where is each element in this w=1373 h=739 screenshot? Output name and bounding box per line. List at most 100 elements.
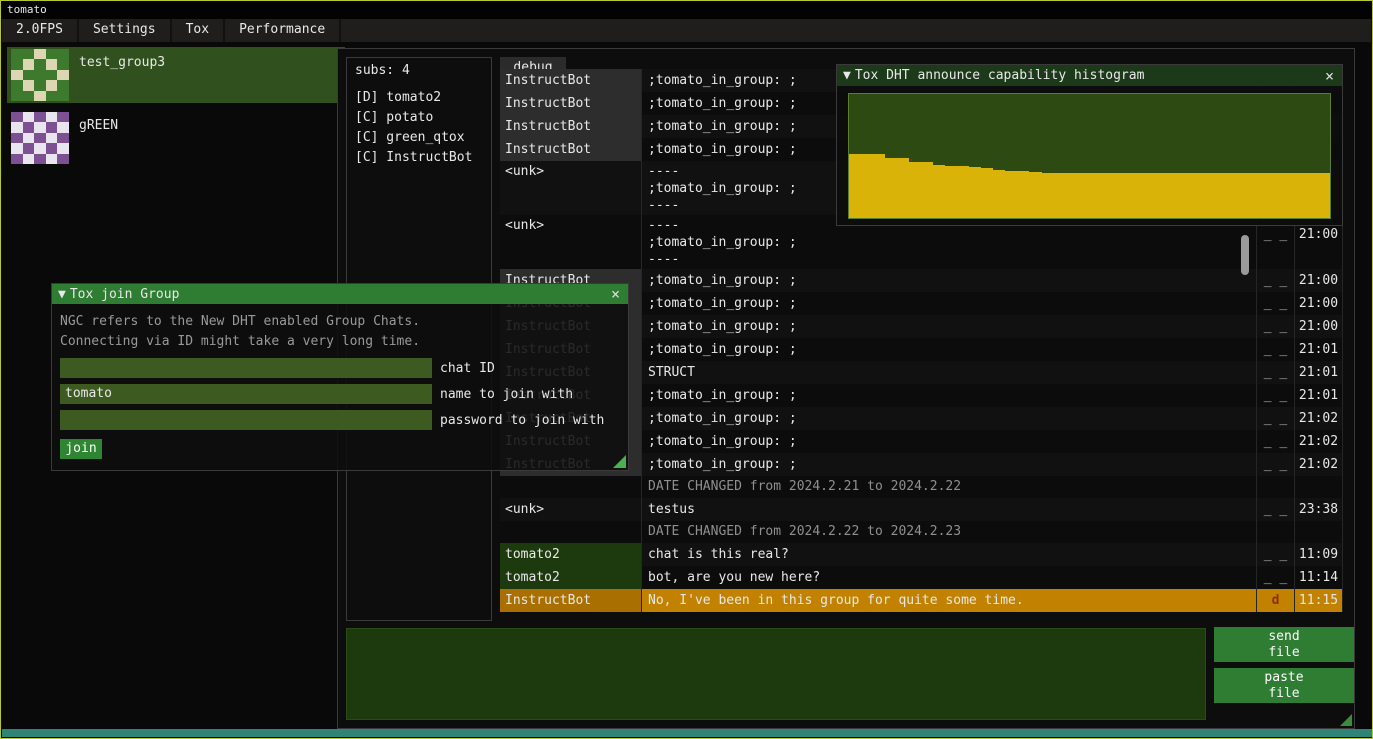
chat-message-row[interactable]: tomato2bot, are you new here?_ _11:14 (500, 566, 1343, 589)
avatar-pixel (34, 112, 46, 122)
avatar-pixel (34, 70, 46, 80)
message-text: ;tomato_in_group: ; (642, 269, 1257, 292)
avatar-pixel (46, 49, 58, 59)
chat-message-row[interactable]: tomato2chat is this real?_ _11:09 (500, 543, 1343, 566)
join-name-row: tomatoname to join with (60, 384, 620, 404)
histogram-bar (1029, 172, 1041, 218)
group-item-test-group3[interactable]: test_group3 (7, 47, 345, 103)
message-status: _ _ (1257, 453, 1295, 476)
join-fields: chat ID tomatoname to join with password t… (60, 358, 620, 430)
join-group-titlebar[interactable]: ▼ Tox join Group × (52, 284, 628, 304)
join-password-row: password to join with (60, 410, 620, 430)
group-label: gREEN (79, 118, 118, 164)
histogram-bar (849, 154, 861, 218)
join-password-input[interactable] (60, 410, 432, 430)
histogram-bar (1054, 173, 1066, 218)
message-text: DATE CHANGED from 2024.2.22 to 2024.2.23 (642, 521, 1257, 543)
member-item-c-green-qtox[interactable]: [C] green_qtox (355, 128, 491, 148)
message-status (1257, 476, 1295, 498)
window-title: tomato (7, 3, 47, 16)
dht-histogram-title: Tox DHT announce capability histogram (855, 68, 1323, 83)
member-item-c-instructbot[interactable]: [C] InstructBot (355, 148, 491, 168)
avatar-pixel (23, 59, 35, 69)
group-item-green[interactable]: gREEN (7, 110, 345, 166)
chat-date-row[interactable]: DATE CHANGED from 2024.2.22 to 2024.2.23 (500, 521, 1343, 543)
histogram-bar (1318, 173, 1330, 218)
message-status: _ _ (1257, 315, 1295, 338)
message-input[interactable] (346, 628, 1206, 720)
avatar-pixel (34, 143, 46, 153)
message-sender: InstructBot (500, 589, 642, 612)
histogram-bar (957, 166, 969, 218)
chat-message-row[interactable]: InstructBotNo, I've been in this group f… (500, 589, 1343, 612)
chat-id-input[interactable] (60, 358, 432, 378)
message-text: bot, are you new here? (642, 566, 1257, 589)
histogram-bar (885, 158, 897, 218)
histogram-bar (1270, 173, 1282, 218)
close-icon[interactable]: × (609, 285, 622, 303)
collapse-arrow-icon[interactable]: ▼ (843, 68, 851, 83)
avatar-pixel (57, 70, 69, 80)
chat-id-row: chat ID (60, 358, 620, 378)
message-sender: InstructBot (500, 69, 642, 92)
paste-file-button[interactable]: paste file (1214, 668, 1354, 703)
histogram-bar (1138, 173, 1150, 218)
collapse-arrow-icon[interactable]: ▼ (58, 287, 66, 302)
menu-bar: 2.0FPSSettingsToxPerformance (2, 19, 1371, 42)
avatar-pixel (23, 143, 35, 153)
histogram-bar (1198, 173, 1210, 218)
message-status: _ _ (1257, 361, 1295, 384)
message-text: ;tomato_in_group: ; (642, 315, 1257, 338)
chat-date-row[interactable]: DATE CHANGED from 2024.2.21 to 2024.2.22 (500, 476, 1343, 498)
join-window-resize-grip[interactable] (613, 455, 626, 468)
join-name-input[interactable]: tomato (60, 384, 432, 404)
window-resize-grip[interactable] (1340, 714, 1352, 726)
group-label: test_group3 (79, 55, 165, 101)
avatar-pixel (46, 59, 58, 69)
menu-item-settings[interactable]: Settings (79, 19, 172, 42)
message-sender: InstructBot (500, 138, 642, 161)
group-avatar (11, 49, 69, 101)
send-file-button[interactable]: send file (1214, 627, 1354, 662)
message-time: 21:01 (1295, 361, 1343, 384)
member-list: [D] tomato2[C] potato[C] green_qtox[C] I… (355, 88, 491, 168)
histogram-bar (1282, 173, 1294, 218)
histogram-bar (1090, 173, 1102, 218)
avatar-pixel (46, 80, 58, 90)
close-icon[interactable]: × (1323, 67, 1336, 85)
chat-id-label: chat ID (440, 361, 495, 376)
message-time: 21:02 (1295, 407, 1343, 430)
menu-item-tox[interactable]: Tox (172, 19, 225, 42)
message-time: 11:15 (1295, 589, 1343, 612)
member-item-d-tomato2[interactable]: [D] tomato2 (355, 88, 491, 108)
message-status: _ _ (1257, 566, 1295, 589)
dht-histogram-plot (848, 93, 1331, 219)
join-button[interactable]: join (60, 439, 102, 459)
avatar-pixel (57, 80, 69, 90)
chat-message-row[interactable]: <unk>testus_ _23:38 (500, 498, 1343, 521)
histogram-bar (1222, 173, 1234, 218)
menu-item-performance[interactable]: Performance (225, 19, 341, 42)
member-item-c-potato[interactable]: [C] potato (355, 108, 491, 128)
avatar-pixel (23, 122, 35, 132)
histogram-bar (1102, 173, 1114, 218)
bottom-status-strip (2, 729, 1373, 737)
chat-scrollbar-thumb[interactable] (1241, 235, 1249, 275)
message-time: 21:01 (1295, 384, 1343, 407)
menu-item-2-0fps[interactable]: 2.0FPS (2, 19, 79, 42)
dht-histogram-titlebar[interactable]: ▼ Tox DHT announce capability histogram … (837, 65, 1342, 86)
histogram-bar (1186, 173, 1198, 218)
message-sender: <unk> (500, 498, 642, 521)
histogram-bar (945, 166, 957, 218)
histogram-bar (1246, 173, 1258, 218)
message-status: d (1257, 589, 1295, 612)
message-time: 23:38 (1295, 498, 1343, 521)
message-text: DATE CHANGED from 2024.2.21 to 2024.2.22 (642, 476, 1257, 498)
histogram-bar (1258, 173, 1270, 218)
message-status: _ _ (1257, 292, 1295, 315)
window-titlebar[interactable]: tomato (1, 1, 1372, 19)
avatar-pixel (34, 91, 46, 101)
histogram-bar (1162, 173, 1174, 218)
histogram-bar (873, 154, 885, 218)
histogram-bar (897, 158, 909, 218)
